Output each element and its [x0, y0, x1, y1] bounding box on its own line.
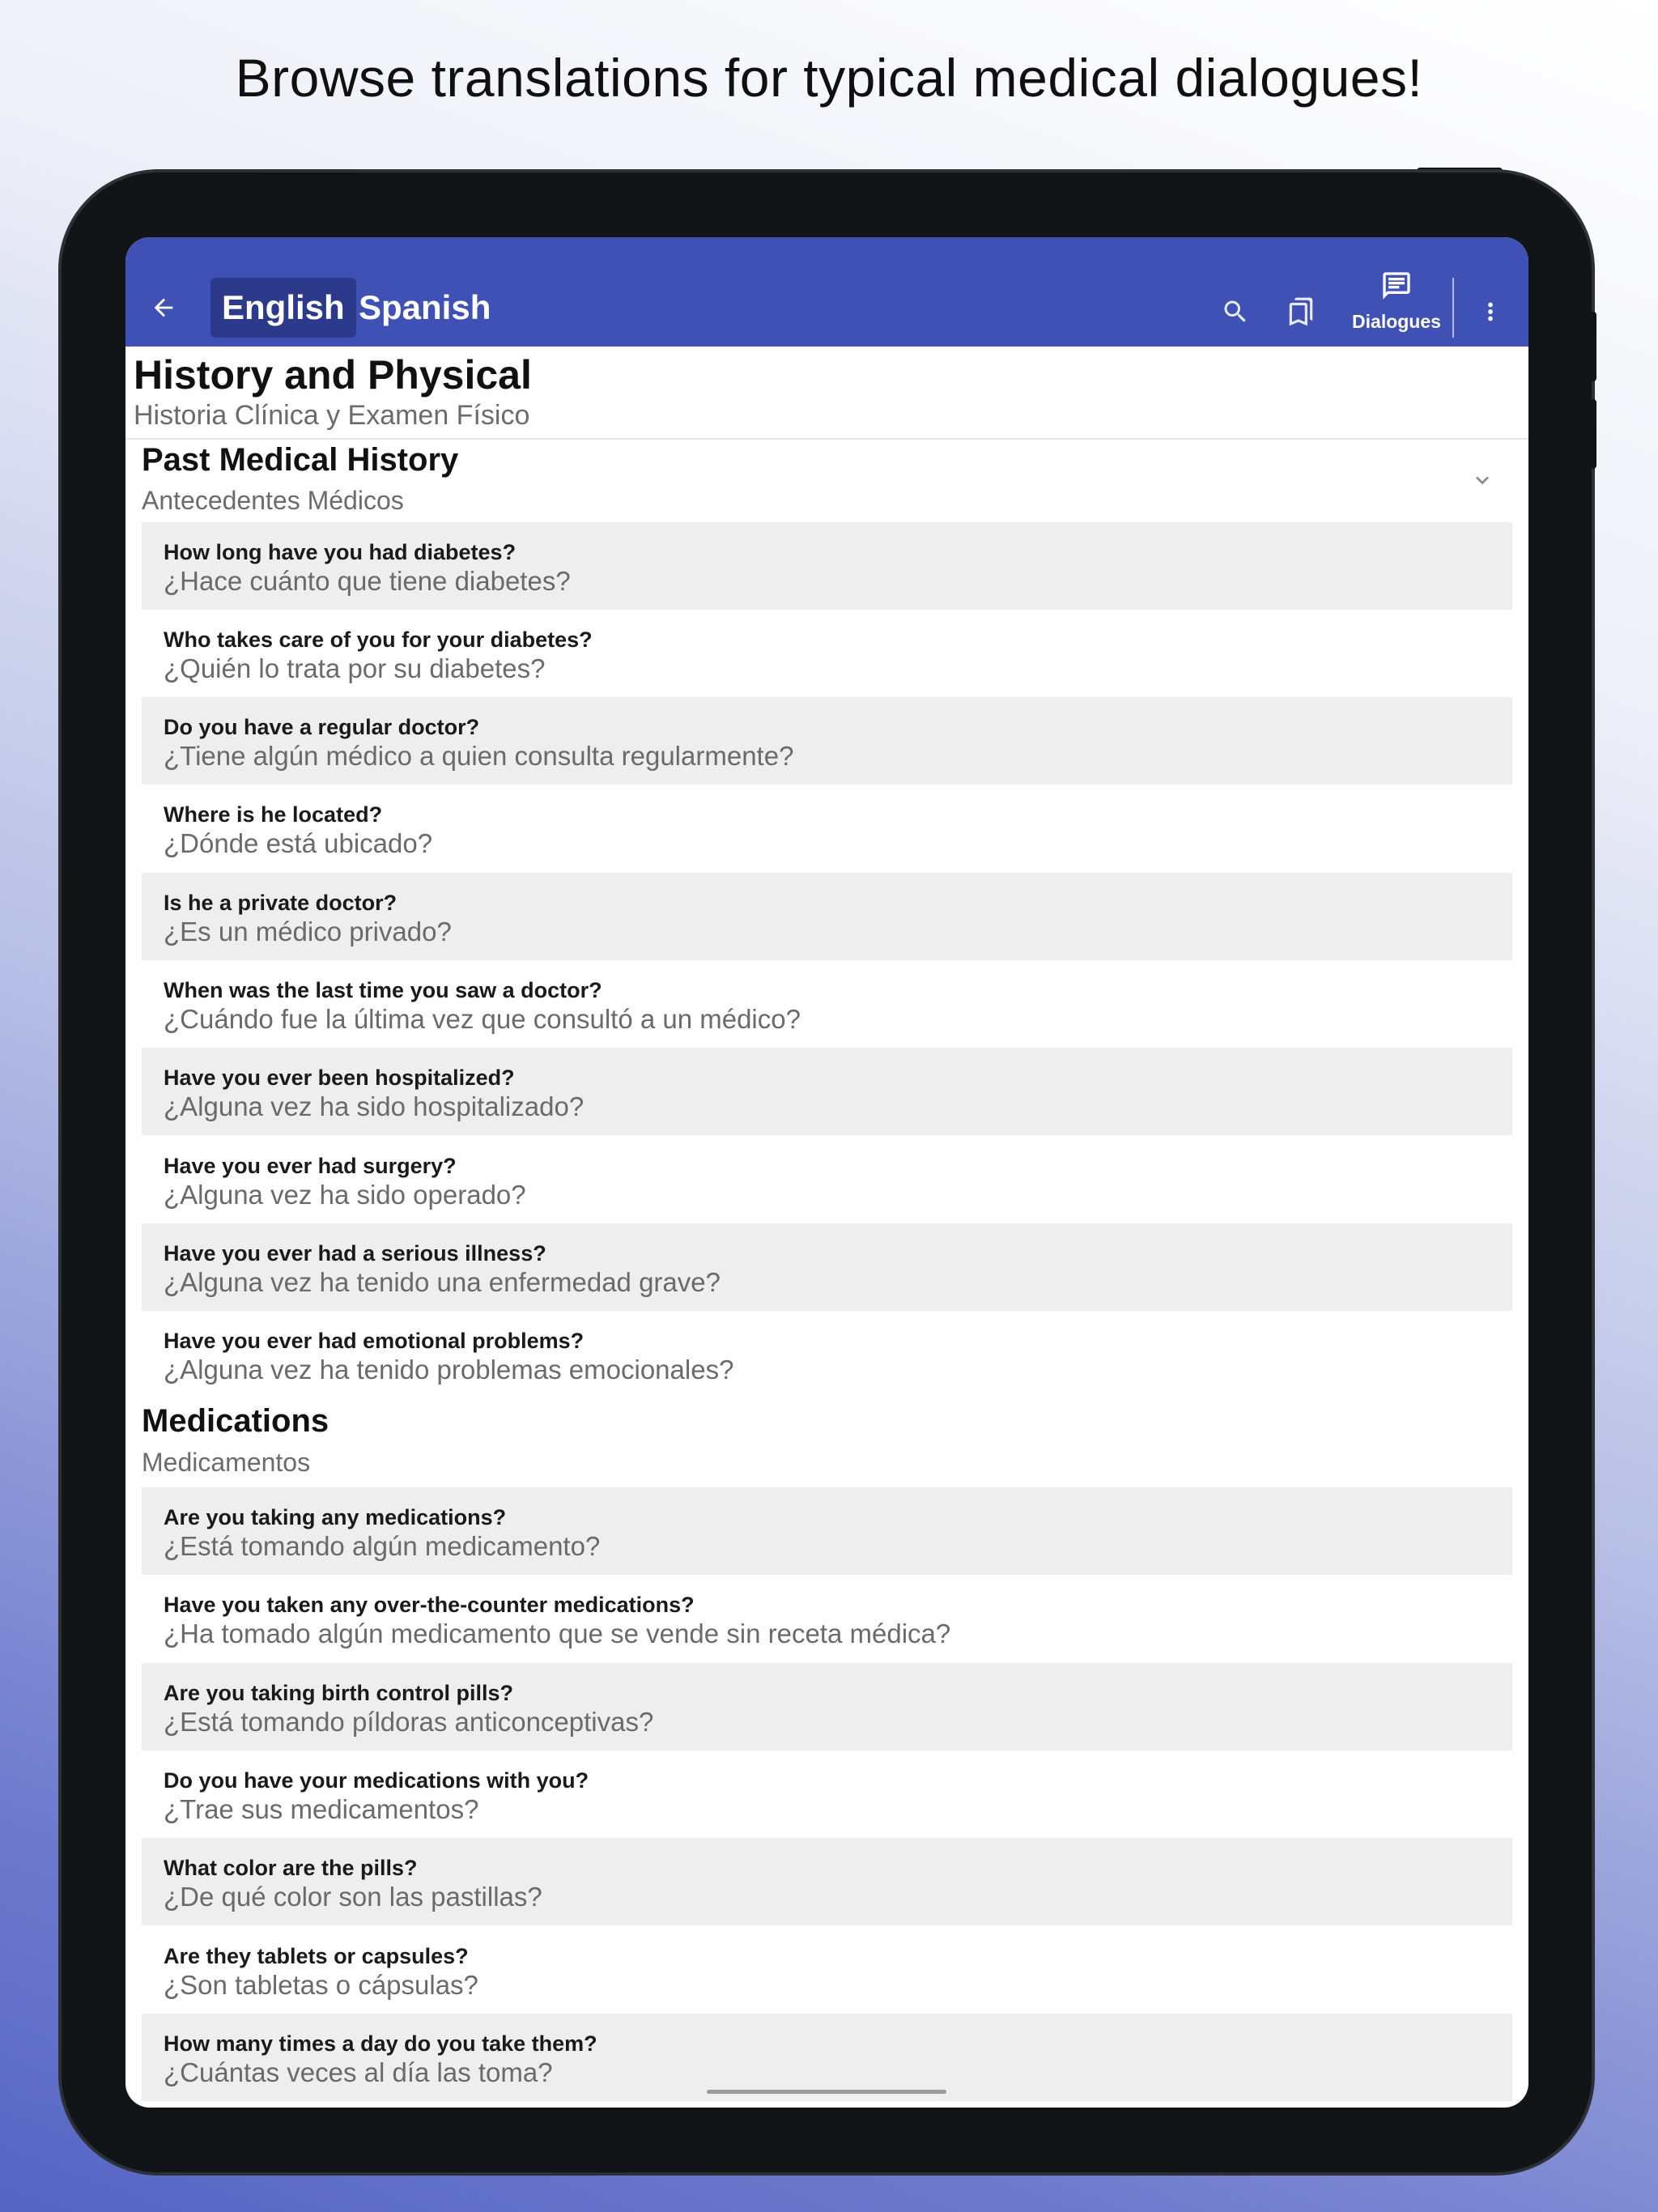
page-title: History and Physical	[134, 352, 532, 398]
page-subtitle: Historia Clínica y Examen Físico	[134, 400, 530, 431]
phrase-english: What color are the pills?	[164, 1856, 418, 1880]
phrase-spanish: ¿Quién lo trata por su diabetes?	[164, 653, 546, 683]
phrase-english: Who takes care of you for your diabetes?	[164, 627, 593, 652]
phrase-row[interactable]: Do you have your medications with you? ¿…	[142, 1750, 1512, 1838]
phrase-english: How long have you had diabetes?	[164, 540, 517, 564]
phrase-row[interactable]: When was the last time you saw a doctor?…	[142, 960, 1512, 1048]
appbar-divider	[1452, 278, 1454, 338]
phrase-row[interactable]: Are they tablets or capsules? ¿Son table…	[142, 1926, 1512, 2014]
search-button[interactable]	[1211, 287, 1260, 336]
phrase-row[interactable]: Do you have a regular doctor? ¿Tiene alg…	[142, 697, 1512, 785]
header-divider	[125, 438, 1528, 440]
phrase-spanish: ¿Es un médico privado?	[164, 917, 452, 946]
dialogues-icon	[1383, 272, 1410, 300]
phrase-spanish: ¿Hace cuánto que tiene diabetes?	[164, 566, 571, 596]
phrase-spanish: ¿Alguna vez ha tenido problemas emociona…	[164, 1355, 734, 1385]
phrase-english: Is he a private doctor?	[164, 891, 397, 915]
phrase-row[interactable]: Are you taking any medications? ¿Está to…	[142, 1487, 1512, 1575]
home-indicator	[707, 2090, 946, 2094]
phrase-english: Have you taken any over-the-counter medi…	[164, 1593, 695, 1617]
phrase-english: Have you ever had a serious illness?	[164, 1241, 546, 1266]
phrase-spanish: ¿Ha tomado algún medicamento que se vend…	[164, 1619, 951, 1648]
phrase-row[interactable]: How many times a day do you take them? ¿…	[142, 2014, 1512, 2101]
phrase-spanish: ¿Tiene algún médico a quien consulta reg…	[164, 741, 794, 771]
phrase-row[interactable]: What color are the pills? ¿De qué color …	[142, 1838, 1512, 1925]
phrase-english: How many times a day do you take them?	[164, 2031, 597, 2056]
phrase-english: Have you ever had emotional problems?	[164, 1329, 585, 1353]
language-tab-spanish[interactable]: Spanish	[347, 278, 502, 338]
phrase-english: Do you have a regular doctor?	[164, 715, 480, 739]
phrase-row[interactable]: Is he a private doctor? ¿Es un médico pr…	[142, 873, 1512, 960]
bookmarks-button[interactable]	[1275, 286, 1327, 338]
phrase-spanish: ¿Son tabletas o cápsulas?	[164, 1970, 478, 2000]
phrase-spanish: ¿De qué color son las pastillas?	[164, 1882, 542, 1912]
tablet-volume-up-button	[1590, 312, 1596, 381]
phrase-row[interactable]: Have you ever been hospitalized? ¿Alguna…	[142, 1048, 1512, 1135]
app-bar: English Spanish Dialogues	[125, 237, 1528, 347]
language-tab-english[interactable]: English	[210, 278, 356, 338]
phrase-row[interactable]: Who takes care of you for your diabetes?…	[142, 610, 1512, 697]
phrase-row[interactable]: Where is he located? ¿Dónde está ubicado…	[142, 785, 1512, 872]
phrase-row[interactable]: Have you ever had a serious illness? ¿Al…	[142, 1223, 1512, 1311]
phrase-spanish: ¿Trae sus medicamentos?	[164, 1794, 479, 1824]
phrase-row[interactable]: Have you ever had surgery? ¿Alguna vez h…	[142, 1136, 1512, 1223]
phrase-row[interactable]: Have you ever had emotional problems? ¿A…	[142, 1311, 1512, 1398]
phrase-english: When was the last time you saw a doctor?	[164, 978, 602, 1002]
phrase-spanish: ¿Cuándo fue la última vez que consultó a…	[164, 1004, 801, 1034]
phrase-spanish: ¿Cuántas veces al día las toma?	[164, 2057, 553, 2087]
section-title[interactable]: Past Medical History	[142, 442, 458, 479]
phrase-english: Are you taking birth control pills?	[164, 1681, 514, 1705]
tablet-volume-down-button	[1590, 399, 1596, 469]
phrase-english: Are they tablets or capsules?	[164, 1944, 469, 1968]
section-subtitle: Antecedentes Médicos	[142, 486, 404, 515]
search-icon	[1224, 300, 1246, 322]
phrase-english: Do you have your medications with you?	[164, 1768, 589, 1793]
phrase-spanish: ¿Alguna vez ha sido operado?	[164, 1180, 526, 1210]
phrase-row[interactable]: How long have you had diabetes? ¿Hace cu…	[142, 522, 1512, 610]
section-collapse-button[interactable]	[1466, 464, 1499, 496]
phrase-spanish: ¿Dónde está ubicado?	[164, 828, 433, 858]
phrase-english: Where is he located?	[164, 802, 383, 827]
phrase-spanish: ¿Está tomando algún medicamento?	[164, 1531, 601, 1561]
more-options-button[interactable]	[1470, 287, 1511, 336]
phrase-spanish: ¿Alguna vez ha tenido una enfermedad gra…	[164, 1267, 721, 1297]
arrow-back-icon	[154, 298, 173, 317]
bookmarks-icon	[1289, 297, 1313, 326]
back-button[interactable]	[143, 287, 184, 328]
phrase-english: Have you ever been hospitalized?	[164, 1066, 515, 1090]
more-vert-icon	[1488, 302, 1493, 321]
phrase-spanish: ¿Está tomando píldoras anticonceptivas?	[164, 1707, 654, 1737]
app-screen: English Spanish Dialogues History and Ph…	[125, 237, 1528, 2108]
dialogues-label: Dialogues	[1352, 311, 1441, 332]
phrase-spanish: ¿Alguna vez ha sido hospitalizado?	[164, 1091, 585, 1121]
dialogues-button[interactable]: Dialogues	[1340, 270, 1453, 342]
phrase-row[interactable]: Are you taking birth control pills? ¿Est…	[142, 1663, 1512, 1750]
phrase-english: Have you ever had surgery?	[164, 1154, 457, 1178]
phrase-english: Are you taking any medications?	[164, 1505, 507, 1529]
promo-headline: Browse translations for typical medical …	[235, 48, 1423, 108]
section-subtitle: Medicamentos	[142, 1448, 311, 1477]
phrase-row[interactable]: Have you taken any over-the-counter medi…	[142, 1575, 1512, 1662]
chevron-down-icon	[1476, 476, 1489, 485]
section-title[interactable]: Medications	[142, 1403, 329, 1440]
